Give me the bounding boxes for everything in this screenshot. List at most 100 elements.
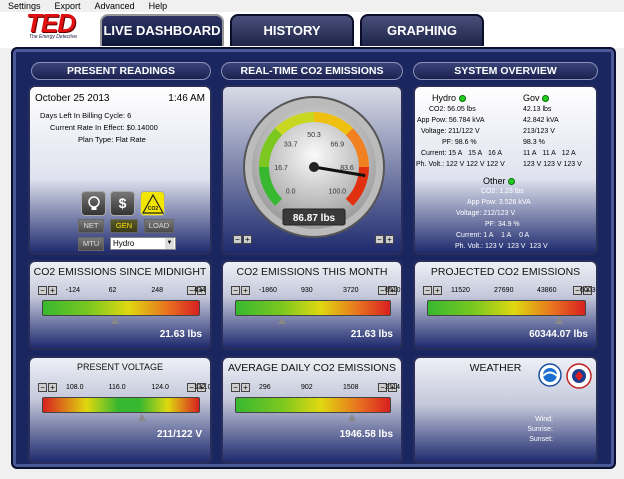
mtu-select[interactable]: Hydro ▼ xyxy=(110,237,176,250)
gov-app-pow: 42.842 kVA xyxy=(523,117,559,124)
avgdaily-bar xyxy=(235,397,391,413)
month-marker[interactable] xyxy=(277,317,286,324)
gauge-right-plus-button[interactable]: + xyxy=(385,235,394,244)
present-readings-header: PRESENT READINGS xyxy=(31,62,211,80)
gauge-tick-label: 0.0 xyxy=(286,188,296,195)
month-panel: CO2 EMISSIONS THIS MONTH − + − + -1860 930 3720… xyxy=(221,260,403,350)
voltage-minus-button[interactable]: − xyxy=(38,383,47,392)
voltage-tick: 124.0 xyxy=(151,384,169,391)
tab-live-dashboard[interactable]: LIVE DASHBOARD xyxy=(100,14,224,46)
menu-advanced[interactable]: Advanced xyxy=(95,0,135,12)
bulb-icon[interactable] xyxy=(81,191,106,216)
hydro-app-pow: App Pow: 56.784 kVA xyxy=(417,117,485,124)
midnight-title: CO2 EMISSIONS SINCE MIDNIGHT xyxy=(33,266,207,278)
voltage-panel: PRESENT VOLTAGE − + − +108.0 116.0 124.0 132.0 2… xyxy=(28,356,212,464)
midnight-bar xyxy=(42,300,200,316)
voltage-tick: 132.0 xyxy=(194,384,212,391)
gov-voltage: 213/123 V xyxy=(523,128,555,135)
midnight-tick: 434 xyxy=(194,287,206,294)
projected-value: 60344.07 lbs xyxy=(529,329,588,340)
system-overview-panel: Hydro Gov CO2: 56.05 lbs 42.13 lbs App P… xyxy=(413,85,598,255)
midnight-plus-button[interactable]: + xyxy=(48,286,57,295)
avgdaily-minus-button[interactable]: − xyxy=(231,383,240,392)
other-current-row: Current: 1 A 1 A 0 A xyxy=(456,232,530,239)
month-minus-button[interactable]: − xyxy=(231,286,240,295)
projected-tick: 60030 xyxy=(580,287,598,294)
projected-minus-button[interactable]: − xyxy=(423,286,432,295)
gauge-tick-label: 100.0 xyxy=(329,188,347,195)
logo-text: TED xyxy=(26,8,76,38)
gauge-right-minus-button[interactable]: − xyxy=(375,235,384,244)
other-label: Other xyxy=(483,176,516,186)
avgdaily-marker[interactable] xyxy=(348,414,356,421)
gauge-panel: 0.0 16.7 33.7 50.3 66.9 83.6 100.0 86.87 lbs −… xyxy=(221,85,403,255)
projected-marker[interactable] xyxy=(554,317,563,324)
month-value: 21.63 lbs xyxy=(350,329,393,340)
gov-co2: 42.13 lbs xyxy=(523,106,552,113)
sunset-label: Sunset: xyxy=(529,436,553,443)
other-voltage: Voltage: 212/123 V xyxy=(456,210,516,217)
load-button[interactable]: LOAD xyxy=(144,219,174,233)
projected-tick: 11520 xyxy=(451,287,470,294)
present-readings-panel: October 25 2013 1:46 AM Days Left In Bil… xyxy=(28,85,212,255)
gov-pf: 98.3 % xyxy=(523,139,545,146)
gauge-plus-button[interactable]: + xyxy=(243,235,252,244)
midnight-minus-button[interactable]: − xyxy=(38,286,47,295)
projected-tick: 43860 xyxy=(537,287,557,294)
wind-label: Wind: xyxy=(535,416,553,423)
gauge-tick-label: 16.7 xyxy=(274,165,288,172)
voltage-tick: 116.0 xyxy=(108,384,126,391)
gauge-value: 86.87 lbs xyxy=(293,213,336,224)
avgdaily-tick: 1508 xyxy=(343,384,359,391)
projected-plus-button[interactable]: + xyxy=(433,286,442,295)
hydro-phvolt-row: Ph. Volt.: 122 V 122 V 122 V xyxy=(416,161,505,168)
avgdaily-value: 1946.58 lbs xyxy=(339,429,393,440)
gov-status-icon xyxy=(542,95,550,103)
plan-type: Plan Type: Flat Rate xyxy=(78,135,146,144)
midnight-tick: 248 xyxy=(151,287,164,294)
other-app-pow: App Pow: 3.526 kVA xyxy=(467,199,531,206)
gauge-tick-label: 66.9 xyxy=(331,142,345,149)
menu-help[interactable]: Help xyxy=(149,0,168,12)
month-tick: 3720 xyxy=(343,287,359,294)
gov-label: Gov xyxy=(523,93,550,103)
other-pf: PF: 34.9 % xyxy=(485,221,520,228)
voltage-plus-button[interactable]: + xyxy=(48,383,57,392)
gen-button[interactable]: GEN xyxy=(110,219,138,233)
month-tick: 930 xyxy=(301,287,313,294)
month-tick: 6510 xyxy=(385,287,401,294)
weather-panel: WEATHER Wind: Sunrise: Sunset: xyxy=(413,356,598,464)
gauge-minus-button[interactable]: − xyxy=(233,235,242,244)
hydro-co2: CO2: 56.05 lbs xyxy=(429,106,476,113)
avgdaily-plus-button[interactable]: + xyxy=(241,383,250,392)
tab-history[interactable]: HISTORY xyxy=(230,14,354,46)
net-button[interactable]: NET xyxy=(78,219,104,233)
other-phvolt-row: Ph. Volt.: 123 V 123 V 123 V xyxy=(455,243,548,250)
voltage-marker[interactable] xyxy=(137,414,146,421)
month-bar xyxy=(235,300,391,316)
dollar-icon[interactable]: $ xyxy=(110,191,135,216)
current-rate: Current Rate In Effect: $0.14000 xyxy=(50,123,158,132)
month-tick: -1860 xyxy=(259,287,277,294)
avgdaily-panel: AVERAGE DAILY CO2 EMISSIONS − + − +296 902 150… xyxy=(221,356,403,464)
tab-graphing[interactable]: GRAPHING xyxy=(360,14,484,46)
midnight-marker[interactable] xyxy=(110,317,119,324)
hydro-status-icon xyxy=(458,95,466,103)
projected-bar xyxy=(427,300,586,316)
voltage-title: PRESENT VOLTAGE xyxy=(76,362,164,372)
midnight-tick: 62 xyxy=(108,287,117,294)
chevron-down-icon: ▼ xyxy=(165,238,174,249)
hydro-pf: PF: 98.6 % xyxy=(442,139,477,146)
hydro-voltage: Voltage: 211/122 V xyxy=(421,128,480,135)
projected-panel: PROJECTED CO2 EMISSIONS − + − +11520 27690 438… xyxy=(413,260,598,350)
month-plus-button[interactable]: + xyxy=(241,286,250,295)
voltage-bar xyxy=(42,397,200,413)
projected-tick: 27690 xyxy=(494,287,514,294)
gauge-tick-label: 33.7 xyxy=(284,142,298,149)
system-overview-header: SYSTEM OVERVIEW xyxy=(413,62,598,80)
mtu-button[interactable]: MTU xyxy=(78,237,104,251)
ted-logo: TED The Energy Detective xyxy=(26,10,96,42)
co2-icon[interactable]: CO2 xyxy=(140,191,165,216)
sunrise-label: Sunrise: xyxy=(527,426,553,433)
hydro-label: Hydro xyxy=(432,93,466,103)
